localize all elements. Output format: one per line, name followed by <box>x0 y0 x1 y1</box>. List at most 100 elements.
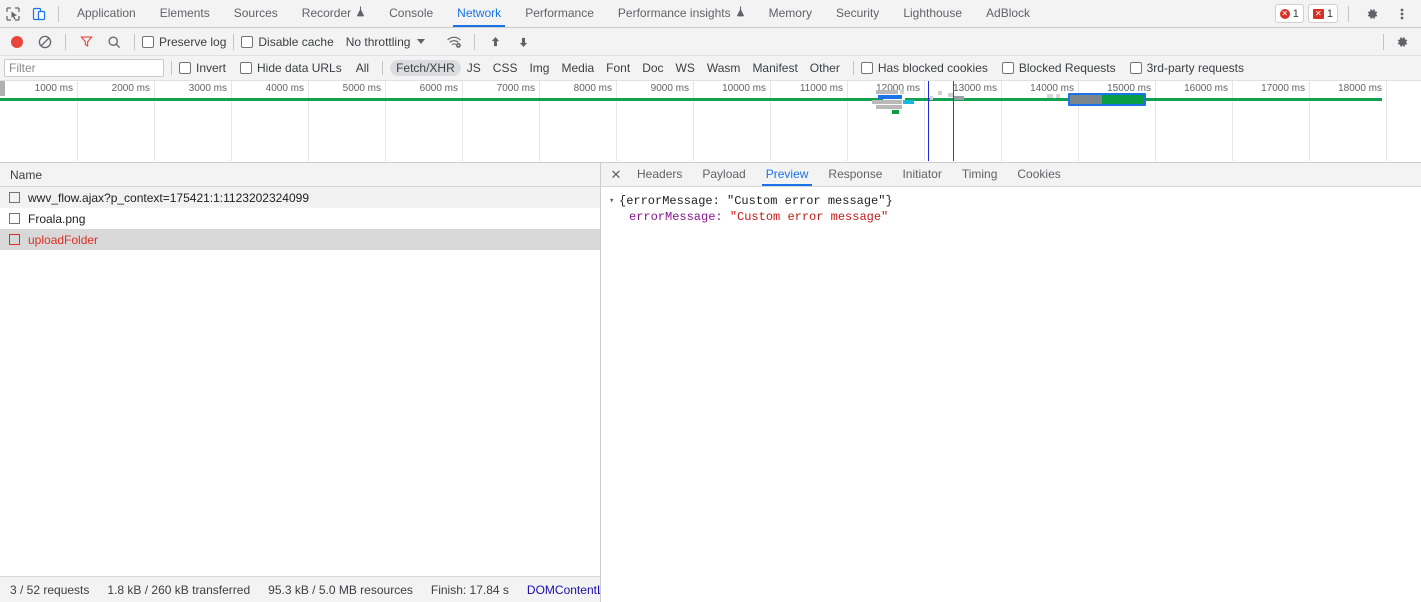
tab-console[interactable]: Console <box>377 0 445 27</box>
filter-type-img[interactable]: Img <box>523 60 555 76</box>
tick-label: 7000 ms <box>497 83 535 94</box>
status-dom-content-loaded: DOMContentLoaded: 12.09 s <box>527 583 600 597</box>
filter-type-js[interactable]: JS <box>461 60 487 76</box>
network-overview[interactable]: 1000 ms 2000 ms 3000 ms 4000 ms 5000 ms … <box>0 81 1421 163</box>
warning-count-badge[interactable]: ✕ 1 <box>1308 4 1338 23</box>
request-bar[interactable] <box>878 95 902 99</box>
filter-type-manifest[interactable]: Manifest <box>746 60 803 76</box>
request-bar[interactable] <box>876 105 902 109</box>
close-icon[interactable]: ✕ <box>605 164 627 186</box>
tab-label: Security <box>836 0 879 27</box>
inspect-element-icon[interactable] <box>0 1 26 27</box>
wifi-settings-icon[interactable] <box>441 29 467 55</box>
tabstrip-right-controls: ✕ 1 ✕ 1 <box>1275 1 1421 27</box>
tab-label: Recorder <box>302 0 351 27</box>
toolbar-divider-5 <box>1383 34 1384 50</box>
tab-timing[interactable]: Timing <box>952 163 1008 186</box>
request-type-icon <box>9 213 20 224</box>
device-toolbar-icon[interactable] <box>26 1 52 27</box>
kebab-menu-icon[interactable] <box>1389 1 1415 27</box>
filter-type-media[interactable]: Media <box>555 60 600 76</box>
tab-performance-insights[interactable]: Performance insights <box>606 0 757 27</box>
overview-left-handle[interactable] <box>0 81 5 96</box>
request-bar[interactable] <box>876 90 898 94</box>
status-transferred: 1.8 kB / 260 kB transferred <box>107 583 250 597</box>
tab-adblock[interactable]: AdBlock <box>974 0 1042 27</box>
preserve-log-checkbox[interactable]: Preserve log <box>142 35 226 49</box>
network-activity-line <box>1146 98 1382 101</box>
filter-type-fetch-xhr[interactable]: Fetch/XHR <box>390 60 461 76</box>
clear-icon[interactable] <box>32 29 58 55</box>
preserve-log-label: Preserve log <box>159 35 226 49</box>
table-row[interactable]: wwv_flow.ajax?p_context=175421:1:1123202… <box>0 187 600 208</box>
tab-response[interactable]: Response <box>818 163 892 186</box>
request-bar[interactable] <box>953 96 964 100</box>
request-bar[interactable] <box>1056 94 1060 98</box>
disable-cache-checkbox[interactable]: Disable cache <box>241 35 333 49</box>
request-bar[interactable] <box>872 100 902 104</box>
detail-tab-bar: ✕ Headers Payload Preview Response Initi… <box>601 163 1421 187</box>
tab-recorder[interactable]: Recorder <box>290 0 377 27</box>
chevron-down-icon[interactable]: ▾ <box>609 193 619 209</box>
tab-headers[interactable]: Headers <box>627 163 692 186</box>
disable-cache-label: Disable cache <box>258 35 333 49</box>
request-download-segment <box>1102 95 1144 104</box>
throttling-dropdown[interactable]: No throttling <box>346 35 426 49</box>
request-bar[interactable] <box>930 96 933 100</box>
table-row[interactable]: uploadFolder <box>0 229 600 250</box>
filter-type-wasm[interactable]: Wasm <box>701 60 747 76</box>
gear-icon[interactable] <box>1389 29 1415 55</box>
third-party-requests-checkbox[interactable]: 3rd-party requests <box>1130 61 1244 75</box>
tab-security[interactable]: Security <box>824 0 891 27</box>
filter-funnel-icon[interactable] <box>73 29 99 55</box>
blocked-requests-checkbox[interactable]: Blocked Requests <box>1002 61 1116 75</box>
request-bar[interactable] <box>1047 94 1053 98</box>
tab-initiator[interactable]: Initiator <box>892 163 951 186</box>
filter-type-css[interactable]: CSS <box>487 60 524 76</box>
tab-memory[interactable]: Memory <box>757 0 824 27</box>
tab-label: Memory <box>769 0 812 27</box>
filter-input[interactable] <box>4 59 164 77</box>
json-root-line[interactable]: ▾ {errorMessage: "Custom error message"} <box>609 193 1421 209</box>
warning-count: 1 <box>1327 8 1333 20</box>
tab-network[interactable]: Network <box>445 0 513 27</box>
tab-performance[interactable]: Performance <box>513 0 606 27</box>
network-status-bar: 3 / 52 requests 1.8 kB / 260 kB transfer… <box>0 576 600 602</box>
tick-label: 11000 ms <box>800 83 843 94</box>
tab-payload[interactable]: Payload <box>692 163 755 186</box>
import-har-icon[interactable] <box>482 29 508 55</box>
search-icon[interactable] <box>101 29 127 55</box>
timeline-tick: 18000 ms <box>1309 81 1387 161</box>
tab-cookies[interactable]: Cookies <box>1007 163 1070 186</box>
tab-sources[interactable]: Sources <box>222 0 290 27</box>
has-blocked-cookies-checkbox[interactable]: Has blocked cookies <box>861 61 988 75</box>
tab-elements[interactable]: Elements <box>148 0 222 27</box>
flask-icon <box>356 0 365 27</box>
export-har-icon[interactable] <box>510 29 536 55</box>
filter-type-other[interactable]: Other <box>804 60 846 76</box>
filter-type-doc[interactable]: Doc <box>636 60 669 76</box>
filter-type-font[interactable]: Font <box>600 60 636 76</box>
hide-data-urls-checkbox[interactable]: Hide data URLs <box>240 61 342 75</box>
request-bar[interactable] <box>892 110 899 114</box>
request-type-icon <box>9 234 20 245</box>
request-bar[interactable] <box>900 90 904 94</box>
table-row[interactable]: Froala.png <box>0 208 600 229</box>
record-icon[interactable] <box>4 29 30 55</box>
filter-type-ws[interactable]: WS <box>670 60 701 76</box>
request-waiting-segment <box>1070 95 1102 104</box>
request-bar[interactable] <box>938 91 942 95</box>
request-bar[interactable] <box>903 100 914 104</box>
gear-icon[interactable] <box>1359 1 1385 27</box>
timeline-tick: 6000 ms <box>385 81 463 161</box>
tab-application[interactable]: Application <box>65 0 148 27</box>
request-name: Froala.png <box>28 212 85 226</box>
selected-request-bar[interactable] <box>1068 93 1146 106</box>
tab-lighthouse[interactable]: Lighthouse <box>891 0 974 27</box>
checkbox-box <box>861 62 873 74</box>
error-count-badge[interactable]: ✕ 1 <box>1275 4 1304 23</box>
invert-checkbox[interactable]: Invert <box>179 61 226 75</box>
timeline-ruler: 1000 ms 2000 ms 3000 ms 4000 ms 5000 ms … <box>0 81 1421 161</box>
tab-preview[interactable]: Preview <box>756 163 819 186</box>
filter-type-all[interactable]: All <box>350 60 375 76</box>
